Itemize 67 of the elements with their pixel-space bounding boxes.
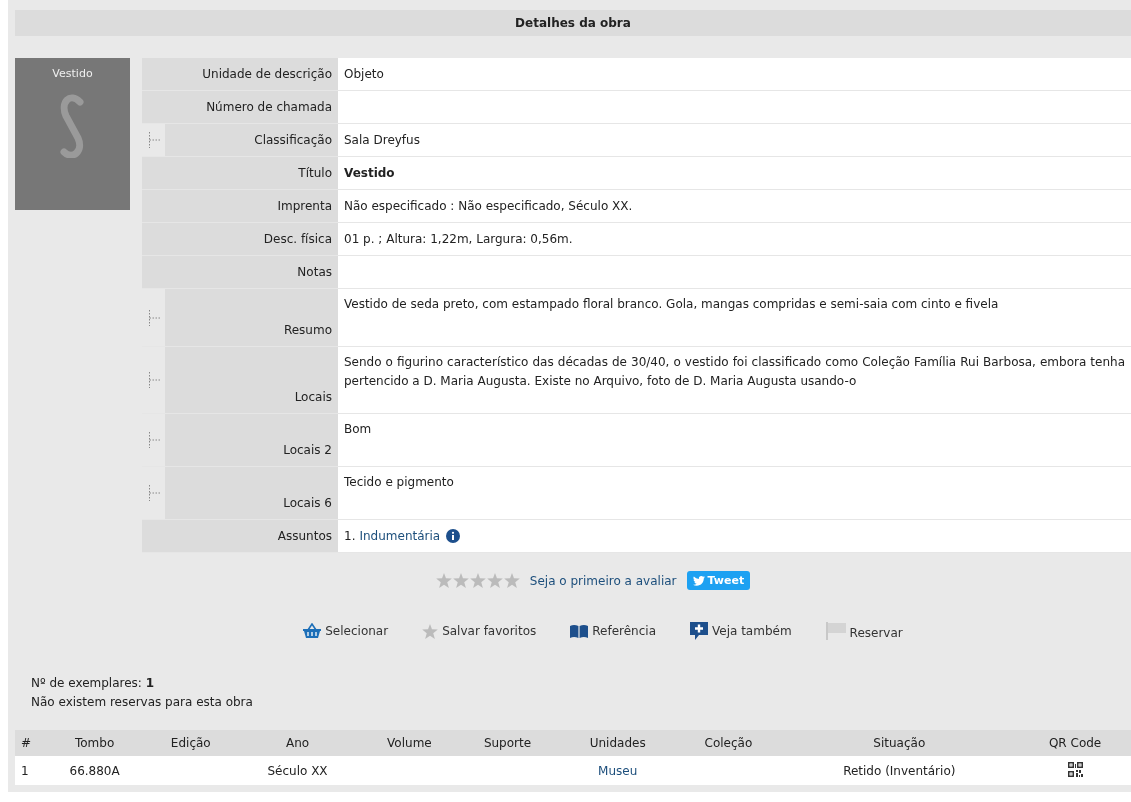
star-icon: [486, 573, 503, 588]
action-link[interactable]: Selecionar: [303, 622, 389, 640]
column-header: #: [15, 730, 41, 756]
column-header: Unidades: [557, 730, 678, 756]
field-value: 01 p. ; Altura: 1,22m, Largura: 0,56m.: [344, 230, 573, 248]
action-link[interactable]: Referência: [570, 622, 656, 640]
field-value: Vestido de seda preto, com estampado floral branco. Gola, mangas compridas e semi-saia com cinto e fivela: [344, 296, 999, 313]
field-value: Tecido e pigmento: [344, 474, 454, 491]
column-header: Suporte: [457, 730, 558, 756]
star-rating[interactable]: [435, 573, 520, 588]
tree-connector-icon: [147, 309, 160, 326]
bird-icon: [692, 575, 705, 586]
subject-number: 1.: [344, 527, 356, 545]
table-cell: 66.880A: [69, 763, 120, 778]
column-header: Situação: [779, 730, 1020, 756]
star-icon: [469, 573, 486, 588]
tree-connector-icon: [147, 432, 160, 448]
field-label: Locais 2: [165, 414, 338, 466]
reservation-note: Não existem reservas para esta obra: [31, 694, 254, 711]
field-label: Assuntos: [142, 520, 338, 552]
action-link[interactable]: Veja também: [690, 622, 792, 640]
field-value: Não especificado : Não especificado, Século XX.: [344, 197, 633, 215]
star-icon: [452, 573, 469, 588]
field-value: Sendo o figurino característico das décadas de 30/40, o vestido foi classificado como Coleção Família Rui Barbosa, embora tenha pertencido a D. Maria Augusta. Existe no Arquivo, foto de D. Maria Augusta usando-o: [344, 354, 1125, 390]
field-value: Objeto: [344, 65, 384, 83]
tree-connector-icon: [147, 372, 160, 388]
table-link[interactable]: Museu: [598, 763, 638, 778]
basket-icon: [303, 623, 322, 639]
field-label: Notas: [142, 256, 338, 288]
table-cell: Retido (Inventário): [843, 763, 956, 778]
tree-connector-icon: [147, 132, 160, 148]
qr-code-icon: [1067, 761, 1083, 777]
tree-connector-icon: [147, 485, 160, 501]
star-icon: [503, 573, 520, 588]
column-header: Volume: [361, 730, 458, 756]
field-label: Locais 6: [165, 467, 338, 519]
field-label: Título: [142, 157, 338, 189]
page-title: Detalhes da obra: [515, 16, 631, 30]
field-value: Vestido: [344, 164, 395, 182]
field-label: Resumo: [165, 289, 338, 346]
field-label: Unidade de descrição: [142, 58, 338, 90]
field-value: Bom: [344, 421, 372, 438]
subject-link[interactable]: Indumentária: [359, 526, 441, 546]
star-icon: [422, 623, 439, 639]
copies-count: Nº de exemplares: 1: [31, 675, 156, 692]
field-label: Locais: [165, 347, 338, 413]
field-label: Desc. física: [142, 223, 338, 255]
field-label: Imprenta: [142, 190, 338, 222]
info-icon: [446, 529, 461, 543]
column-header: Coleção: [677, 730, 780, 756]
flag-icon: [825, 622, 846, 640]
rate-link[interactable]: Seja o primeiro a avaliar: [529, 573, 677, 588]
action-link[interactable]: Salvar favoritos: [422, 622, 537, 640]
cover-title: Vestido: [52, 67, 93, 80]
column-header: Tombo: [41, 730, 149, 756]
field-label: Classificação: [165, 124, 338, 156]
action-link[interactable]: Reservar: [825, 622, 903, 640]
column-header: Ano: [233, 730, 362, 756]
open-book-icon: [570, 624, 589, 638]
column-header: Edição: [148, 730, 234, 756]
table-cell: Século XX: [267, 763, 328, 778]
column-header: QR Code: [1019, 730, 1131, 756]
field-label: Número de chamada: [142, 91, 338, 123]
field-value: Sala Dreyfus: [344, 131, 420, 149]
star-icon: [435, 573, 452, 588]
plus-speech-icon: [690, 622, 708, 640]
table-cell: 1: [21, 763, 29, 778]
